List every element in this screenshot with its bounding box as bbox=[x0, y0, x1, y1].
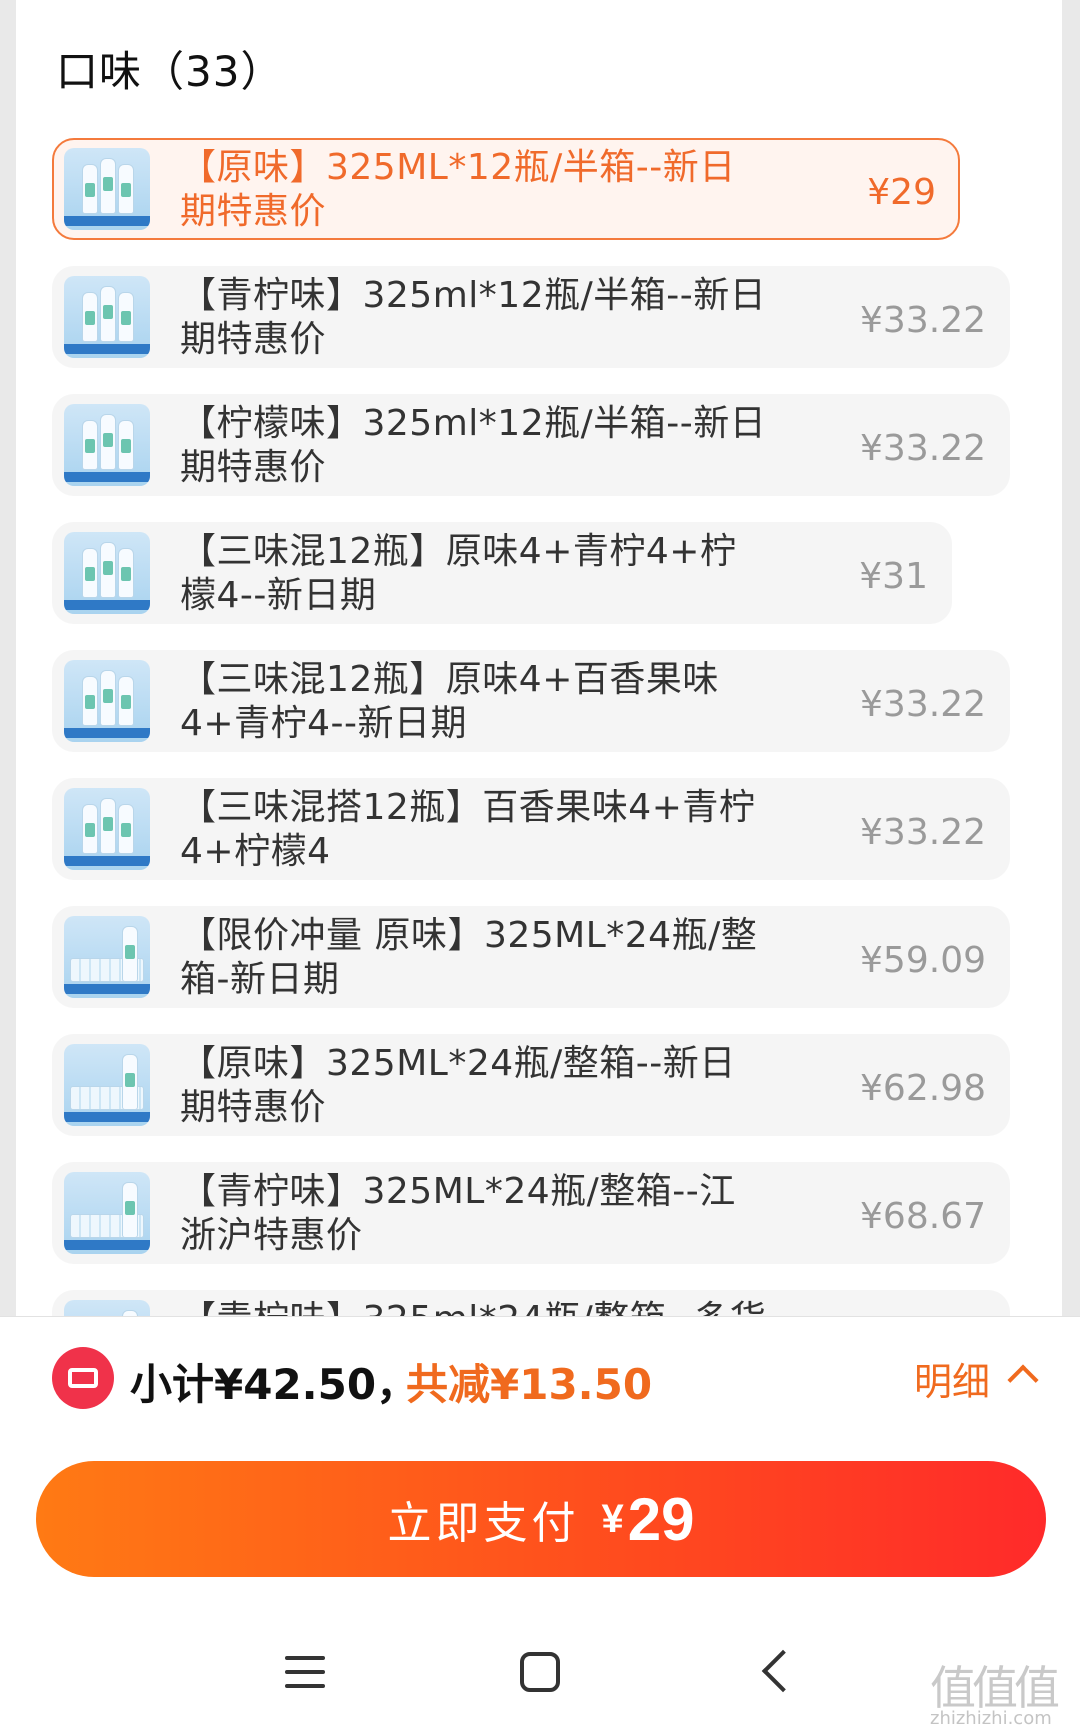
product-thumbnail bbox=[64, 1300, 150, 1316]
home-icon[interactable] bbox=[520, 1652, 560, 1692]
detail-link[interactable]: 明细 bbox=[914, 1351, 990, 1406]
product-thumbnail bbox=[64, 148, 150, 230]
option-name: 【三味混12瓶】原味4+青柠4+柠檬4--新日期 bbox=[180, 531, 737, 616]
option-name: 【柠檬味】325ml*12瓶/半箱--新日期特惠价 bbox=[180, 403, 767, 488]
option-name: 【原味】325ML*24瓶/整箱--新日期特惠价 bbox=[180, 1043, 736, 1128]
option-name: 【三味混12瓶】原味4+百香果味4+青柠4--新日期 bbox=[180, 659, 719, 744]
watermark-url: zhizhizhi.com bbox=[930, 1708, 1052, 1729]
pay-now-button[interactable]: 立即支付 ¥ 29 bbox=[36, 1461, 1046, 1577]
checkout-footer: 小计¥42.50， 共减¥13.50 明细 立即支付 ¥ 29 bbox=[0, 1316, 1080, 1596]
flavor-sheet: 口味（33） 【原味】325ML*12瓶/半箱--新日期特惠价 ¥29 【青柠味】3… bbox=[16, 0, 1062, 1316]
pay-button-currency: ¥ bbox=[601, 1496, 624, 1541]
flavor-option[interactable]: 【限价冲量 原味】325ML*24瓶/整箱-新日期 ¥59.09 bbox=[52, 906, 1010, 1008]
option-price: ¥33.22 bbox=[860, 684, 986, 725]
coupon-icon bbox=[52, 1347, 114, 1409]
menu-icon[interactable] bbox=[285, 1656, 325, 1688]
product-thumbnail bbox=[64, 532, 150, 614]
section-title: 口味（33） bbox=[56, 47, 284, 96]
option-price: ¥29 bbox=[867, 172, 936, 213]
product-thumbnail bbox=[64, 276, 150, 358]
pay-button-amount: 29 bbox=[627, 1485, 695, 1553]
product-thumbnail bbox=[64, 1044, 150, 1126]
product-thumbnail bbox=[64, 1172, 150, 1254]
flavor-option[interactable]: 【柠檬味】325ml*12瓶/半箱--新日期特惠价 ¥33.22 bbox=[52, 394, 1010, 496]
option-name: 【原味】325ML*12瓶/半箱--新日期特惠价 bbox=[180, 147, 736, 232]
option-price: ¥62.98 bbox=[860, 1068, 986, 1109]
back-icon[interactable] bbox=[761, 1649, 805, 1693]
option-price: ¥33.22 bbox=[860, 300, 986, 341]
option-name: 【青柠味】325ml*24瓶/整箱--多货 bbox=[180, 1298, 770, 1316]
system-nav-bar: 值值值 zhizhizhi.com bbox=[0, 1596, 1080, 1736]
option-name: 【青柠味】325ML*24瓶/整箱--江浙沪特惠价 bbox=[180, 1171, 736, 1256]
option-name: 【三味混搭12瓶】百香果味4+青柠4+柠檬4 bbox=[180, 787, 756, 872]
product-thumbnail bbox=[64, 404, 150, 486]
flavor-option[interactable]: 【原味】325ML*24瓶/整箱--新日期特惠价 ¥62.98 bbox=[52, 1034, 1010, 1136]
product-thumbnail bbox=[64, 788, 150, 870]
product-thumbnail bbox=[64, 916, 150, 998]
option-price: ¥33.22 bbox=[860, 428, 986, 469]
flavor-option[interactable]: 【三味混12瓶】原味4+百香果味4+青柠4--新日期 ¥33.22 bbox=[52, 650, 1010, 752]
option-name: 【青柠味】325ml*12瓶/半箱--新日期特惠价 bbox=[180, 275, 767, 360]
option-price: ¥33.22 bbox=[860, 812, 986, 853]
subtotal-text: 小计¥42.50， bbox=[130, 1360, 419, 1409]
option-price: ¥59.09 bbox=[860, 940, 986, 981]
product-thumbnail bbox=[64, 660, 150, 742]
option-price: ¥68.67 bbox=[860, 1196, 986, 1237]
pay-button-label: 立即支付 bbox=[387, 1499, 580, 1548]
option-price: ¥31 bbox=[859, 556, 928, 597]
option-name: 【限价冲量 原味】325ML*24瓶/整箱-新日期 bbox=[180, 915, 758, 1000]
flavor-option[interactable]: 【青柠味】325ml*24瓶/整箱--多货 bbox=[52, 1290, 1010, 1316]
flavor-option[interactable]: 【三味混12瓶】原味4+青柠4+柠檬4--新日期 ¥31 bbox=[52, 522, 952, 624]
chevron-up-icon[interactable] bbox=[1007, 1364, 1039, 1396]
flavor-option[interactable]: 【青柠味】325ML*24瓶/整箱--江浙沪特惠价 ¥68.67 bbox=[52, 1162, 1010, 1264]
flavor-option[interactable]: 【三味混搭12瓶】百香果味4+青柠4+柠檬4 ¥33.22 bbox=[52, 778, 1010, 880]
flavor-option-selected[interactable]: 【原味】325ML*12瓶/半箱--新日期特惠价 ¥29 bbox=[52, 138, 960, 240]
discount-text: 共减¥13.50 bbox=[406, 1360, 653, 1409]
flavor-option[interactable]: 【青柠味】325ml*12瓶/半箱--新日期特惠价 ¥33.22 bbox=[52, 266, 1010, 368]
